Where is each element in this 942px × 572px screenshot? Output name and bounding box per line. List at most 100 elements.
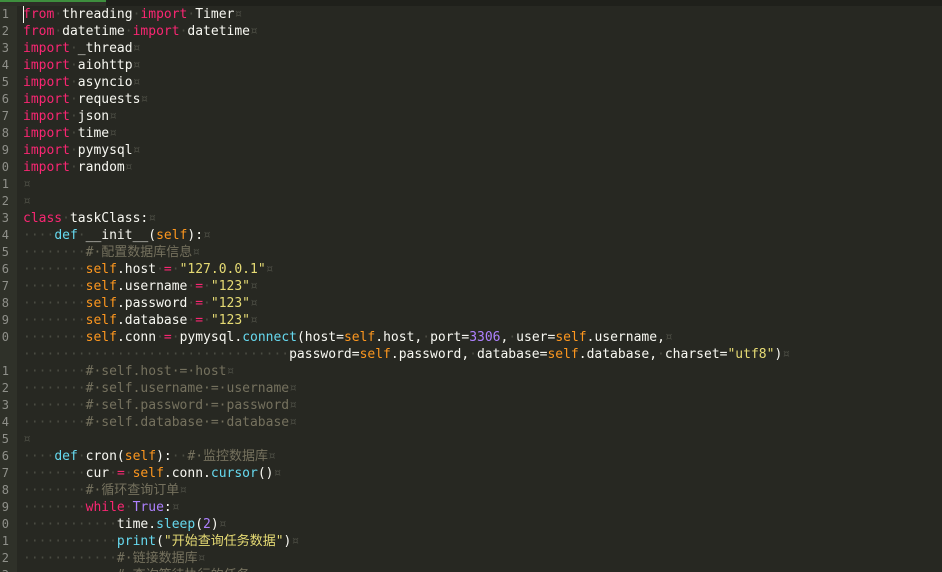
line-number: 7 — [1, 279, 9, 293]
code-text: from·threading·import·Timer¤ — [23, 6, 242, 23]
code-token: .host, — [375, 330, 423, 345]
code-line[interactable]: 0 ········self.conn·=·pymysql.connect(hos… — [0, 329, 942, 346]
code-text: ········while·True:¤ — [23, 499, 180, 516]
code-token: (host= — [296, 330, 344, 345]
code-line[interactable]: 9 import·pymysql¤ — [0, 142, 942, 159]
code-editor[interactable]: 1 from·threading·import·Timer¤ 2 from·datet… — [0, 0, 942, 572]
code-line[interactable]: 8 import·time¤ — [0, 125, 942, 142]
code-line[interactable]: 5 ········#·配置数据库信息¤ — [0, 244, 942, 261]
code-token: .database — [116, 313, 188, 328]
code-text: class·taskClass:¤ — [23, 210, 156, 227]
line-number: 4 — [1, 58, 9, 72]
code-line[interactable]: 1 ········#·self.host·=·host¤ — [0, 363, 942, 380]
code-token: ···· — [23, 449, 55, 464]
code-token: datetime — [187, 24, 251, 39]
code-token: ¤ — [291, 534, 300, 549]
code-line[interactable]: 8 ········#·循环查询订单¤ — [0, 482, 942, 499]
code-token: .database, — [578, 347, 658, 362]
code-token: self — [343, 330, 376, 345]
code-token: ········ — [23, 500, 86, 515]
code-token: class — [23, 211, 63, 226]
code-token: ¤ — [268, 449, 276, 464]
code-token: · — [69, 41, 78, 56]
code-text: ········self.username·=·"123"¤ — [23, 278, 258, 295]
code-token: ): — [187, 228, 204, 243]
code-token: pymysql — [77, 143, 133, 158]
code-token: from — [23, 24, 55, 39]
code-token: ¤ — [250, 568, 258, 572]
line-number: 2 — [1, 381, 9, 395]
code-text: ········self.database·=·"123"¤ — [23, 312, 258, 329]
code-token: import — [23, 126, 70, 141]
line-number: 2 — [1, 24, 9, 38]
code-token: self — [547, 347, 579, 362]
code-token: · — [171, 330, 180, 345]
code-line[interactable]: 1 from·threading·import·Timer¤ — [0, 6, 942, 23]
code-token: while — [85, 500, 125, 515]
code-text: import·asyncio¤ — [23, 74, 140, 91]
code-line[interactable]: 3 class·taskClass:¤ — [0, 210, 942, 227]
code-line[interactable]: ··································passwo… — [0, 346, 942, 363]
code-line[interactable]: 8 ········self.password·=·"123"¤ — [0, 295, 942, 312]
code-token: ¤ — [782, 347, 791, 362]
code-token: "123" — [210, 279, 251, 294]
code-line[interactable]: 7 ········cur·=·self.conn.cursor()¤ — [0, 465, 942, 482]
code-token: ¤ — [289, 381, 297, 396]
code-line[interactable]: 2 from·datetime·import·datetime¤ — [0, 23, 942, 40]
code-token: asyncio — [77, 75, 133, 90]
code-token: .conn — [116, 330, 157, 345]
line-number: 5 — [1, 75, 9, 89]
code-token: ¤ — [109, 126, 117, 141]
code-line[interactable]: 3 ········#·self.password·=·password¤ — [0, 397, 942, 414]
code-token: · — [109, 466, 117, 481]
code-line[interactable]: 1 ············print("开始查询任务数据")¤ — [0, 533, 942, 550]
code-line[interactable]: 2 ¤ — [0, 193, 942, 210]
code-line[interactable]: 7 ········self.username·=·"123"¤ — [0, 278, 942, 295]
code-token: · — [124, 24, 133, 39]
code-token: · — [69, 92, 78, 107]
code-token: import — [23, 143, 70, 158]
code-text: ¤ — [23, 176, 31, 193]
code-text: ········#·self.username·=·username¤ — [23, 380, 297, 397]
code-line[interactable]: 6 ········self.host·=·"127.0.0.1"¤ — [0, 261, 942, 278]
code-line[interactable]: 3 import·_thread¤ — [0, 40, 942, 57]
code-token: · — [62, 211, 70, 226]
code-token: ¤ — [23, 194, 31, 209]
code-token: ········ — [23, 262, 86, 277]
code-line[interactable]: 2 ············#·链接数据库¤ — [0, 550, 942, 567]
code-text: import·pymysql¤ — [23, 142, 140, 159]
code-text: ············#·查询等待执行的任务¤ — [23, 567, 257, 572]
line-number: 3 — [0, 567, 9, 572]
code-line[interactable]: 0 ············time.sleep(2)¤ — [0, 516, 942, 533]
code-token: ¤ — [140, 92, 149, 107]
code-token: ············ — [23, 534, 117, 549]
code-line[interactable]: 1 ¤ — [0, 176, 942, 193]
code-text: import·json¤ — [23, 108, 117, 125]
code-line[interactable]: 4 ····def·__init__(self):¤ — [0, 227, 942, 244]
code-line[interactable]: 9 ········self.database·=·"123"¤ — [0, 312, 942, 329]
code-line[interactable]: 3 ············#·查询等待执行的任务¤ — [0, 567, 942, 572]
code-token: ¤ — [289, 415, 297, 430]
code-line[interactable]: 4 ········#·self.database·=·database¤ — [0, 414, 942, 431]
code-token: cur — [85, 466, 110, 481]
code-line[interactable]: 6 ····def·cron(self):··#·监控数据库¤ — [0, 448, 942, 465]
code-line[interactable]: 6 import·requests¤ — [0, 91, 942, 108]
code-text: ············time.sleep(2)¤ — [23, 516, 227, 533]
code-token: ········ — [23, 245, 86, 260]
code-line[interactable]: 2 ········#·self.username·=·username¤ — [0, 380, 942, 397]
code-token: self — [555, 330, 587, 345]
code-token: ( — [195, 517, 204, 532]
line-number: 5 — [1, 432, 9, 446]
code-line[interactable]: 7 import·json¤ — [0, 108, 942, 125]
line-number: 0 — [1, 330, 9, 344]
code-line[interactable]: 5 ¤ — [0, 431, 942, 448]
code-line[interactable]: 0 import·random¤ — [0, 159, 942, 176]
code-token: ········ — [23, 381, 86, 396]
code-line[interactable]: 5 import·asyncio¤ — [0, 74, 942, 91]
code-token: · — [171, 262, 180, 277]
code-line[interactable]: 9 ········while·True:¤ — [0, 499, 942, 516]
code-text: ············print("开始查询任务数据")¤ — [23, 533, 299, 550]
code-text: import·_thread¤ — [23, 40, 140, 57]
code-line[interactable]: 4 import·aiohttp¤ — [0, 57, 942, 74]
code-area[interactable]: 1 from·threading·import·Timer¤ 2 from·datet… — [0, 6, 942, 572]
